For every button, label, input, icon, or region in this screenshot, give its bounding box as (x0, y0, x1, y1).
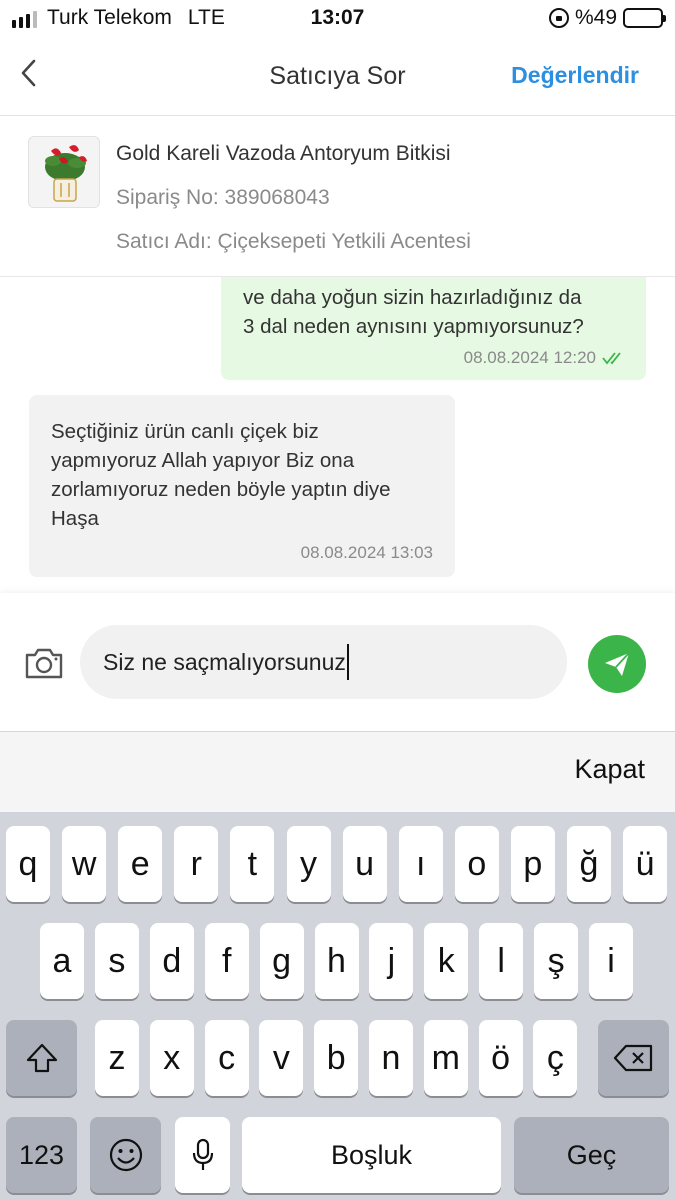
shift-key[interactable] (6, 1020, 77, 1096)
battery-icon (623, 8, 666, 28)
key-o[interactable]: o (454, 826, 499, 902)
navigation-bar: Satıcıya Sor Değerlendir (0, 38, 675, 116)
order-number: Sipariş No: 389068043 (116, 186, 330, 209)
key-ü[interactable]: ü (623, 826, 668, 902)
shift-icon (26, 1043, 57, 1073)
backspace-icon (613, 1044, 652, 1072)
delete-key[interactable] (598, 1020, 669, 1096)
return-key[interactable]: Geç (514, 1117, 669, 1193)
product-card[interactable]: Gold Kareli Vazoda Antoryum Bitkisi Sipa… (0, 116, 675, 277)
emoji-icon (109, 1138, 142, 1172)
key-n[interactable]: n (369, 1020, 413, 1096)
key-g[interactable]: g (259, 923, 304, 999)
key-i[interactable]: i (589, 923, 633, 999)
key-e[interactable]: e (118, 826, 163, 902)
message-text: Seçtiğiniz ürün canlı çiçek biz yapmıyor… (51, 420, 391, 530)
key-y[interactable]: y (286, 826, 331, 902)
key-u[interactable]: u (342, 826, 387, 902)
key-l[interactable]: l (479, 923, 524, 999)
key-s[interactable]: s (94, 923, 139, 999)
keyboard-accessory-bar: Kapat (0, 732, 675, 812)
rate-button[interactable]: Değerlendir (511, 62, 639, 89)
message-meta: 08.08.2024 12:20 (464, 348, 626, 368)
send-icon (605, 652, 630, 676)
numbers-key[interactable]: 123 (6, 1117, 77, 1193)
key-j[interactable]: j (369, 923, 414, 999)
key-d[interactable]: d (149, 923, 194, 999)
outgoing-message: ve daha yoğun sizin hazırladığınız da 3 … (221, 277, 646, 380)
camera-button[interactable] (24, 646, 64, 680)
battery-percent: %49 (574, 6, 617, 29)
key-p[interactable]: p (510, 826, 555, 902)
key-w[interactable]: w (62, 826, 107, 902)
key-q[interactable]: q (6, 826, 50, 902)
message-input-value: Siz ne saçmalıyorsunuz (103, 648, 346, 675)
status-bar: Turk Telekom LTE 13:07 %49 (0, 0, 675, 38)
camera-icon (25, 648, 63, 679)
key-ğ[interactable]: ğ (567, 826, 611, 902)
key-ş[interactable]: ş (534, 923, 579, 999)
status-right: %49 (548, 6, 666, 30)
key-z[interactable]: z (95, 1020, 139, 1096)
product-image (28, 136, 100, 208)
message-timestamp: 08.08.2024 12:20 (463, 348, 596, 367)
key-b[interactable]: b (314, 1020, 359, 1096)
send-button[interactable] (588, 635, 646, 693)
key-ö[interactable]: ö (478, 1020, 523, 1096)
incoming-message: Seçtiğiniz ürün canlı çiçek biz yapmıyor… (29, 395, 455, 577)
key-c[interactable]: c (204, 1020, 249, 1096)
message-input[interactable]: Siz ne saçmalıyorsunuz (80, 625, 567, 699)
seller-name: Satıcı Adı: Çiçeksepeti Yetkili Acentesi (116, 230, 471, 253)
chat-area[interactable]: ve daha yoğun sizin hazırladığınız da 3 … (0, 277, 675, 593)
message-timestamp: 08.08.2024 13:03 (300, 543, 433, 562)
close-keyboard-button[interactable]: Kapat (574, 754, 645, 785)
emoji-key[interactable] (90, 1117, 161, 1193)
key-r[interactable]: r (174, 826, 219, 902)
space-key[interactable]: Boşluk (242, 1117, 501, 1193)
dictation-key[interactable] (175, 1117, 230, 1193)
keyboard: 123 Boşluk Geç qwertyuıopğü asdfghjklşi zx… (0, 812, 675, 1200)
key-h[interactable]: h (314, 923, 359, 999)
key-v[interactable]: v (259, 1020, 304, 1096)
key-a[interactable]: a (40, 923, 84, 999)
product-name: Gold Kareli Vazoda Antoryum Bitkisi (116, 142, 451, 165)
key-ç[interactable]: ç (533, 1020, 578, 1096)
key-m[interactable]: m (423, 1020, 468, 1096)
microphone-icon (192, 1138, 213, 1170)
key-k[interactable]: k (424, 923, 469, 999)
key-f[interactable]: f (204, 923, 249, 999)
key-t[interactable]: t (230, 826, 275, 902)
key-x[interactable]: x (149, 1020, 194, 1096)
message-composer: Siz ne saçmalıyorsunuz (0, 593, 675, 732)
key-ı[interactable]: ı (398, 826, 443, 902)
orientation-lock-icon (548, 8, 569, 28)
message-text: ve daha yoğun sizin hazırladığınız da 3 … (243, 286, 584, 338)
double-check-icon (602, 352, 621, 365)
text-cursor (346, 644, 349, 680)
